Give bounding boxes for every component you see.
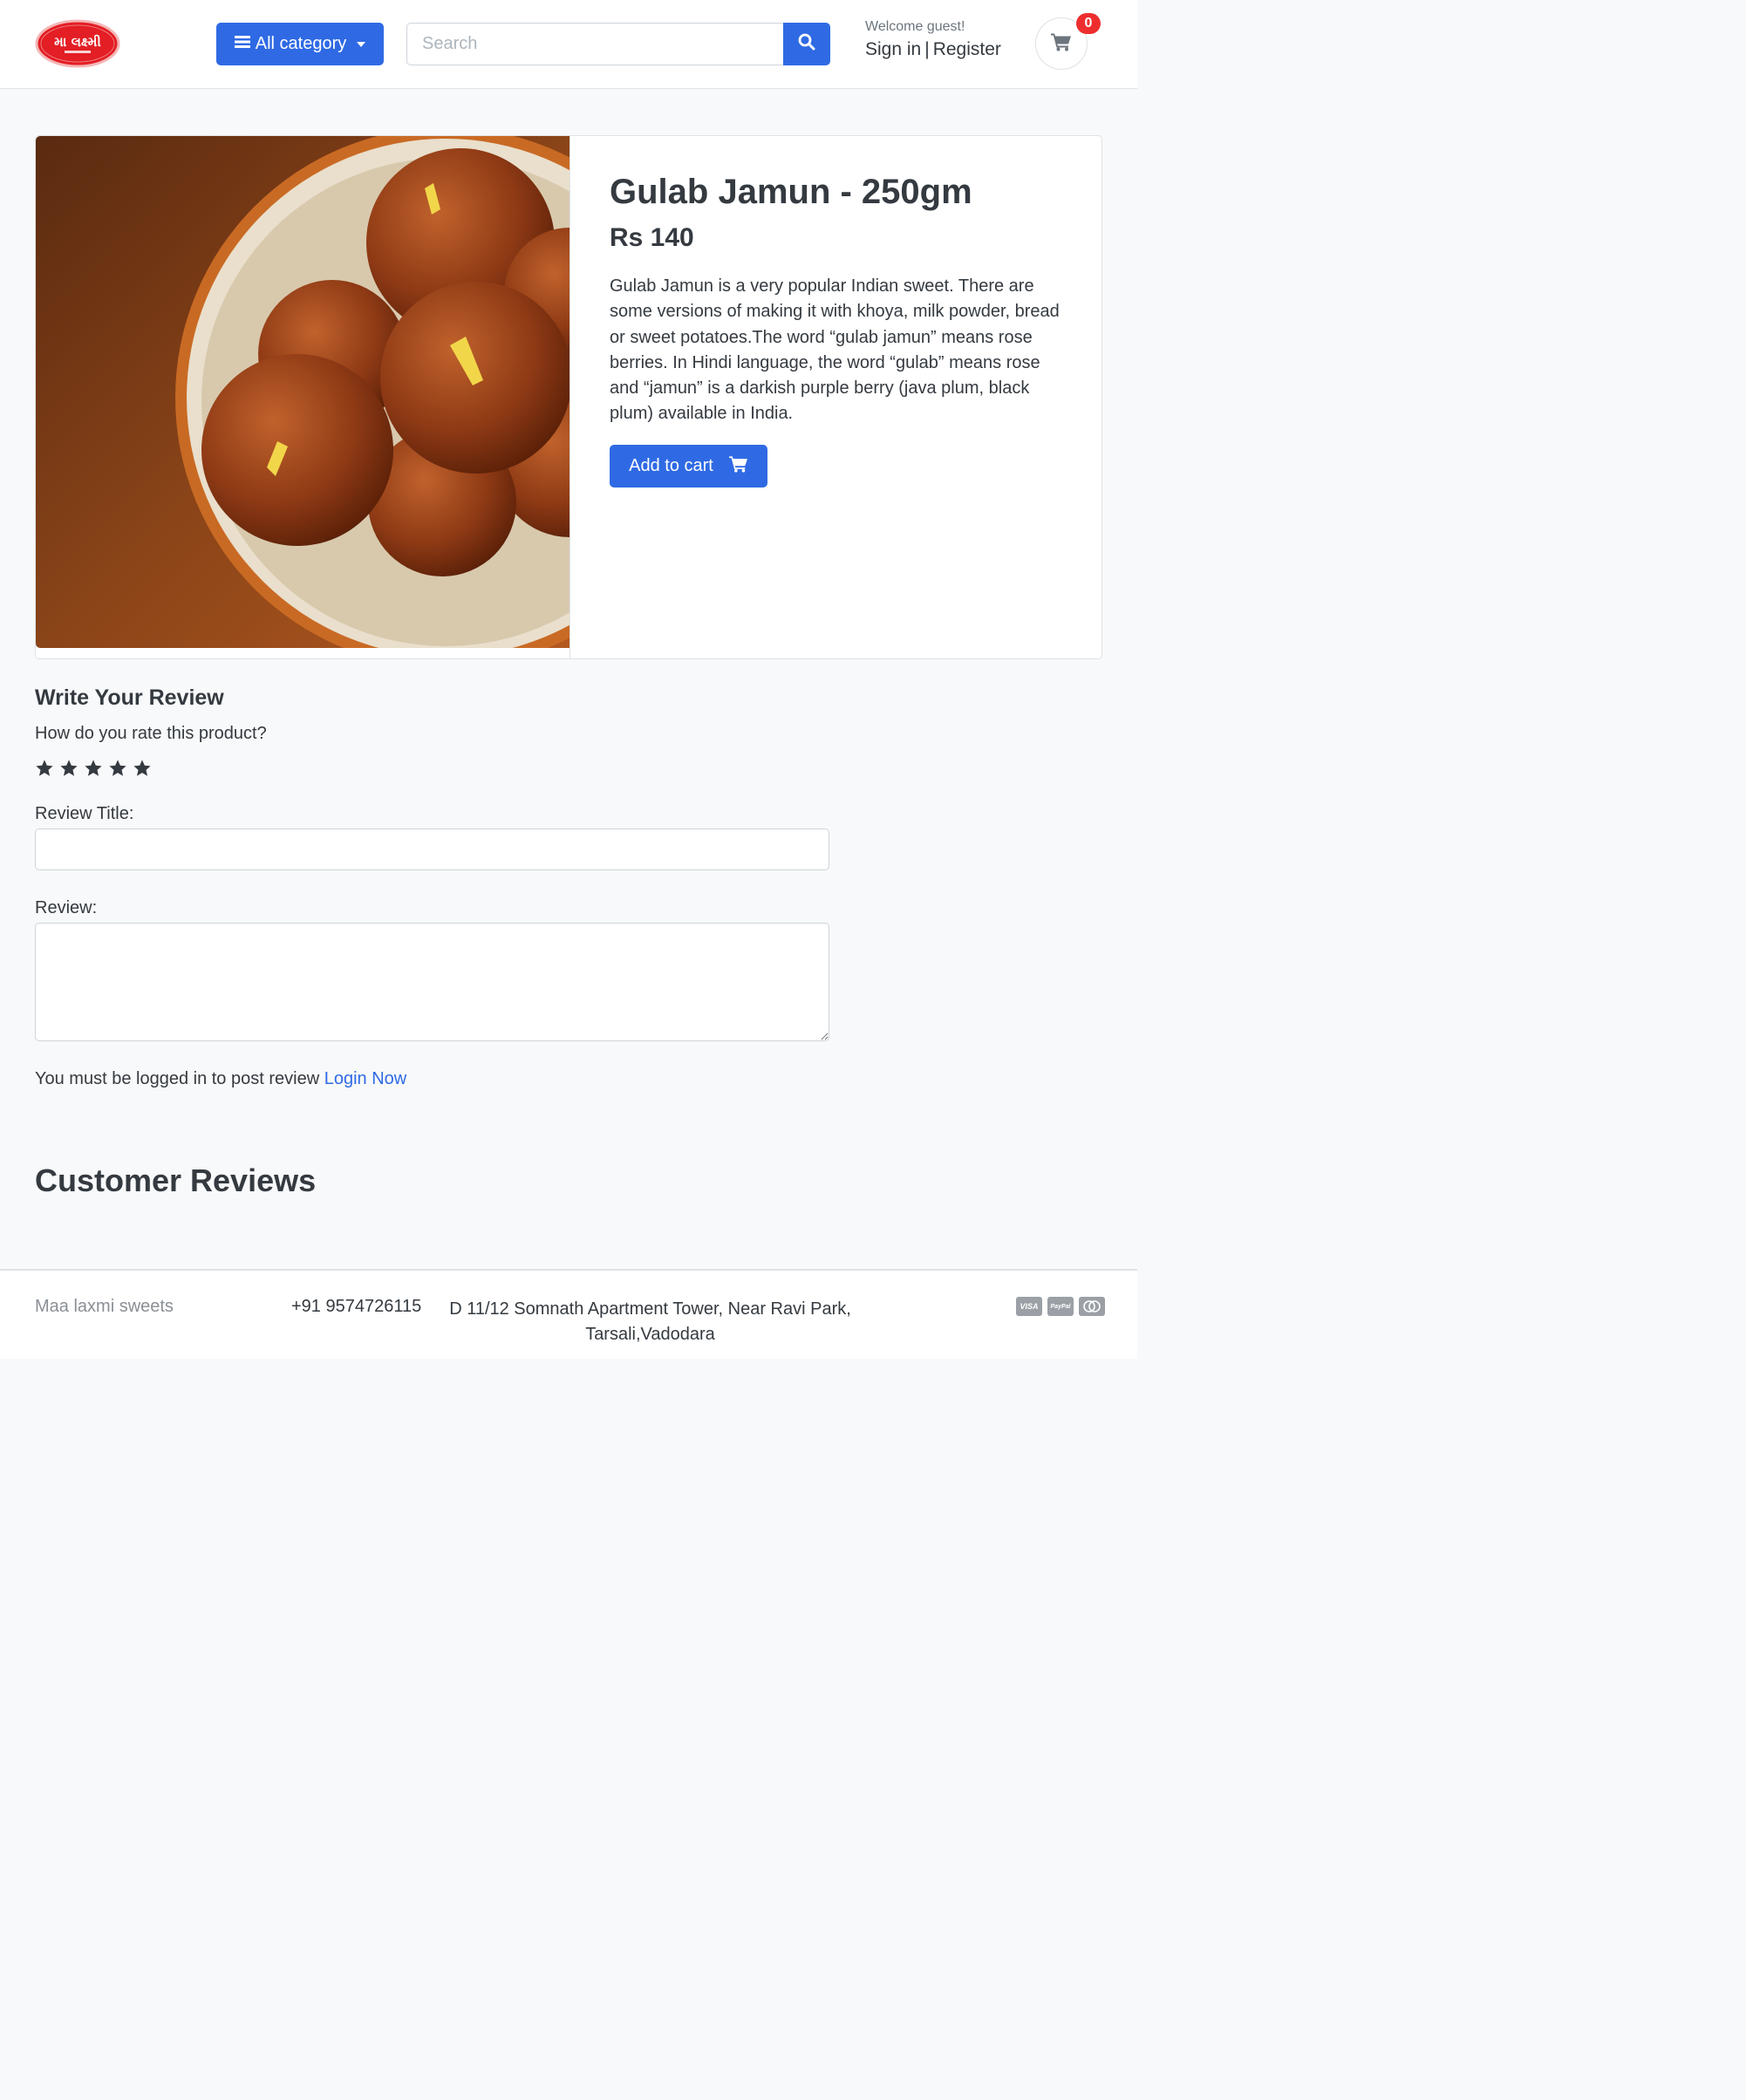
shopping-cart-icon	[728, 455, 748, 478]
product-image	[36, 136, 569, 648]
rating-question: How do you rate this product?	[35, 724, 267, 743]
footer-brand: Maa laxmi sweets	[35, 1297, 174, 1316]
add-to-cart-label: Add to cart	[629, 456, 713, 475]
search-button[interactable]	[783, 23, 830, 65]
search-bar	[406, 23, 830, 65]
shopping-cart-icon	[1051, 32, 1072, 56]
cart-count-badge: 0	[1076, 13, 1101, 34]
svg-text:મા લક્ષ્મી: મા લક્ષ્મી	[54, 34, 101, 50]
brand-logo[interactable]: મા લક્ષ્મી	[35, 19, 120, 68]
star-rating	[35, 759, 152, 778]
login-notice-text: You must be logged in to post review	[35, 1069, 320, 1088]
review-title-label: Review Title:	[35, 804, 134, 823]
visa-icon: VISA	[1016, 1297, 1042, 1316]
auth-separator: |	[924, 39, 930, 59]
register-link[interactable]: Register	[933, 39, 1001, 59]
bars-icon	[234, 34, 250, 54]
paypal-icon: PayPal	[1047, 1297, 1074, 1316]
mastercard-icon	[1079, 1297, 1105, 1316]
review-body-textarea[interactable]	[35, 923, 829, 1041]
product-card: Gulab Jamun - 250gm Rs 140 Gulab Jamun i…	[35, 135, 1102, 659]
payment-methods: VISA PayPal	[1016, 1297, 1105, 1316]
review-title-input[interactable]	[35, 828, 829, 870]
site-footer: Maa laxmi sweets +91 9574726115 D 11/12 …	[0, 1269, 1137, 1359]
star-icon[interactable]	[59, 759, 78, 778]
customer-reviews-heading: Customer Reviews	[35, 1162, 317, 1198]
site-header: મા લક્ષ્મી All category Welcome guest! S…	[0, 0, 1137, 89]
star-icon[interactable]	[108, 759, 127, 778]
search-icon	[798, 33, 815, 55]
card-divider	[569, 136, 570, 658]
sign-in-link[interactable]: Sign in	[865, 39, 921, 59]
product-price: Rs 140	[610, 223, 694, 252]
auth-links: Sign in | Register	[865, 39, 1001, 60]
search-input[interactable]	[406, 23, 783, 65]
product-description: Gulab Jamun is a very popular Indian swe…	[610, 276, 1060, 424]
write-review-heading: Write Your Review	[35, 685, 224, 710]
footer-phone: +91 9574726115	[291, 1297, 422, 1316]
footer-address: D 11/12 Somnath Apartment Tower, Near Ra…	[449, 1299, 851, 1344]
star-icon[interactable]	[133, 759, 152, 778]
all-category-button[interactable]: All category	[216, 23, 384, 65]
chevron-down-icon	[357, 41, 366, 47]
login-notice: You must be logged in to post review Log…	[35, 1069, 406, 1089]
welcome-text: Welcome guest!	[865, 19, 965, 34]
star-icon[interactable]	[35, 759, 54, 778]
product-title: Gulab Jamun - 250gm	[610, 173, 972, 211]
all-category-label: All category	[255, 34, 347, 53]
star-icon[interactable]	[84, 759, 103, 778]
add-to-cart-button[interactable]: Add to cart	[610, 445, 767, 488]
login-now-link[interactable]: Login Now	[324, 1069, 407, 1088]
review-body-label: Review:	[35, 898, 98, 917]
